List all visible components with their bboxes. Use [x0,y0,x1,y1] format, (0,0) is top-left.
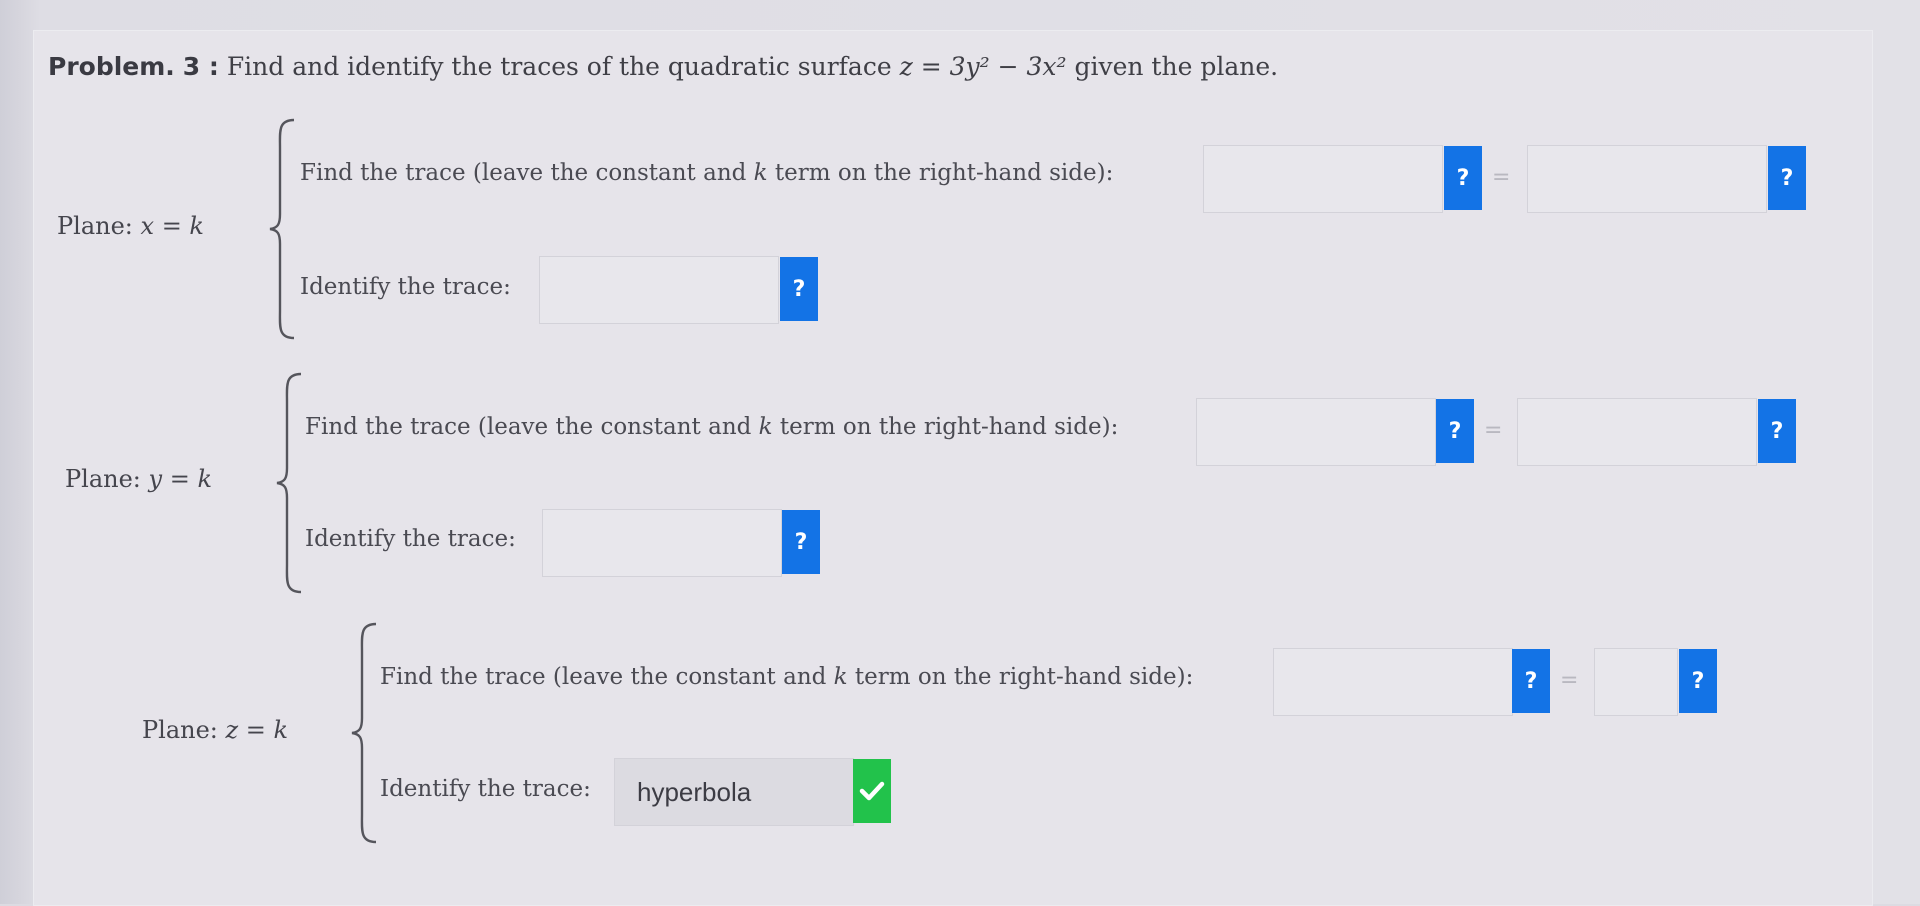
problem-equation: z = 3y² − 3x² [899,52,1067,81]
question-icon[interactable]: ? [1758,399,1796,463]
identify-input-y[interactable] [542,509,782,577]
find-text2: term on the right-hand side): [774,160,1114,186]
find-trace-text-z: Find the trace (leave the constant and k… [380,664,1193,690]
question-icon[interactable]: ? [1768,146,1806,210]
checkmark-icon [853,759,891,823]
trace-right-input-z[interactable] [1594,648,1678,716]
brace-z [350,622,380,844]
equals-sign: = [1492,165,1511,190]
trace-right-input-y[interactable] [1517,398,1757,466]
find-text2: term on the right-hand side): [779,414,1119,440]
page-background: Problem. 3 : Find and identify the trace… [0,0,1920,906]
problem-number: 3 : [182,52,219,81]
problem-label: Problem. [48,52,175,81]
equals-sign: = [1484,418,1503,443]
trace-left-input-x[interactable] [1203,145,1443,213]
find-trace-text-x: Find the trace (leave the constant and k… [300,160,1113,186]
brace-x [268,118,298,340]
trace-right-input-x[interactable] [1527,145,1767,213]
plane-equation: x = k [140,212,204,240]
question-icon[interactable]: ? [1444,146,1482,210]
identify-trace-text-y: Identify the trace: [305,526,516,552]
question-icon[interactable]: ? [1436,399,1474,463]
find-k: k [758,414,773,440]
plane-label-x: Plane: x = k [57,212,204,240]
find-text2: term on the right-hand side): [854,664,1194,690]
trace-left-input-y[interactable] [1196,398,1436,466]
plane-label-y: Plane: y = k [65,465,212,493]
problem-heading: Problem. 3 : Find and identify the trace… [48,52,1278,81]
problem-suffix: given the plane. [1074,52,1279,81]
find-text: Find the trace (leave the constant and [305,414,752,440]
plane-label-z: Plane: z = k [142,716,288,744]
brace-y [275,372,305,594]
find-text: Find the trace (leave the constant and [380,664,827,690]
find-text: Find the trace (leave the constant and [300,160,747,186]
identify-input-x[interactable] [539,256,779,324]
problem-prefix: Find and identify the traces of the quad… [226,52,892,81]
find-trace-text-y: Find the trace (leave the constant and k… [305,414,1118,440]
plane-word: Plane: [57,212,133,240]
trace-left-input-z[interactable] [1273,648,1513,716]
identify-trace-text-x: Identify the trace: [300,274,511,300]
plane-equation: z = k [225,716,289,744]
equals-sign: = [1560,668,1579,693]
plane-word: Plane: [65,465,141,493]
plane-equation: y = k [148,465,212,493]
find-k: k [833,664,848,690]
identify-trace-text-z: Identify the trace: [380,776,591,802]
question-icon[interactable]: ? [782,510,820,574]
question-icon[interactable]: ? [1512,649,1550,713]
identify-input-z[interactable]: hyperbola [614,758,854,826]
find-k: k [753,160,768,186]
question-icon[interactable]: ? [1679,649,1717,713]
plane-word: Plane: [142,716,218,744]
question-icon[interactable]: ? [780,257,818,321]
